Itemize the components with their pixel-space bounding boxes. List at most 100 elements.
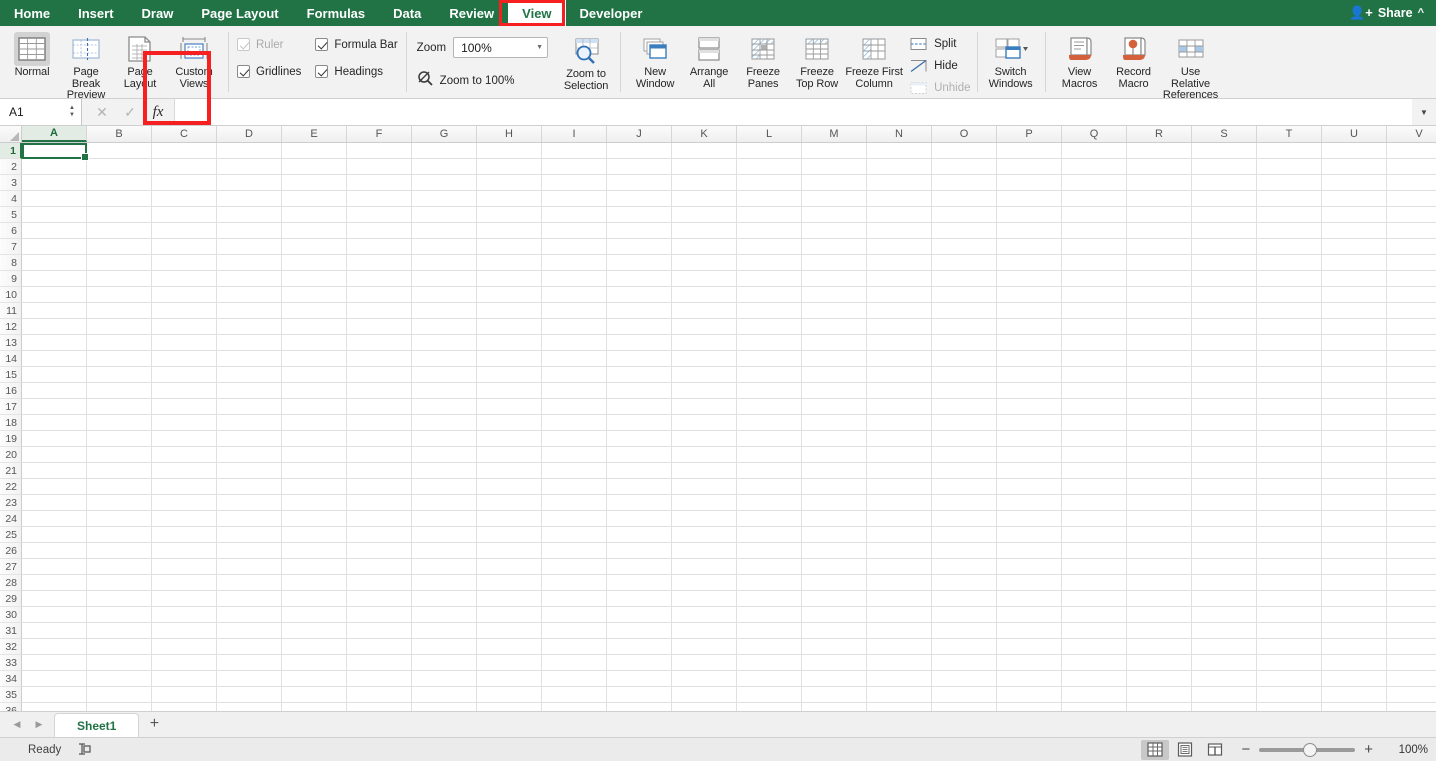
cell-B24[interactable] xyxy=(87,511,152,527)
cell-S15[interactable] xyxy=(1192,367,1257,383)
row-header-2[interactable]: 2 xyxy=(0,159,22,175)
cell-B12[interactable] xyxy=(87,319,152,335)
cell-F29[interactable] xyxy=(347,591,412,607)
triangle-left-icon[interactable]: ◀ xyxy=(6,711,28,737)
cell-Q18[interactable] xyxy=(1062,415,1127,431)
row-header-15[interactable]: 15 xyxy=(0,367,22,383)
cell-V22[interactable] xyxy=(1387,479,1436,495)
cell-S14[interactable] xyxy=(1192,351,1257,367)
cell-V29[interactable] xyxy=(1387,591,1436,607)
cell-M1[interactable] xyxy=(802,143,867,159)
cell-F19[interactable] xyxy=(347,431,412,447)
cell-C3[interactable] xyxy=(152,175,217,191)
cell-J30[interactable] xyxy=(607,607,672,623)
cell-U19[interactable] xyxy=(1322,431,1387,447)
cell-C33[interactable] xyxy=(152,655,217,671)
cell-V5[interactable] xyxy=(1387,207,1436,223)
cell-Q8[interactable] xyxy=(1062,255,1127,271)
cell-U22[interactable] xyxy=(1322,479,1387,495)
row-header-9[interactable]: 9 xyxy=(0,271,22,287)
cell-C36[interactable] xyxy=(152,703,217,711)
cell-L7[interactable] xyxy=(737,239,802,255)
cell-K29[interactable] xyxy=(672,591,737,607)
row-header-24[interactable]: 24 xyxy=(0,511,22,527)
cell-N28[interactable] xyxy=(867,575,932,591)
cell-V19[interactable] xyxy=(1387,431,1436,447)
formula-input[interactable] xyxy=(174,99,1412,125)
cell-A6[interactable] xyxy=(22,223,87,239)
cell-C9[interactable] xyxy=(152,271,217,287)
cell-E35[interactable] xyxy=(282,687,347,703)
cell-K4[interactable] xyxy=(672,191,737,207)
cell-Q33[interactable] xyxy=(1062,655,1127,671)
cell-S2[interactable] xyxy=(1192,159,1257,175)
cell-G24[interactable] xyxy=(412,511,477,527)
cell-P16[interactable] xyxy=(997,383,1062,399)
cell-K10[interactable] xyxy=(672,287,737,303)
row-header-30[interactable]: 30 xyxy=(0,607,22,623)
freeze-first-column-button[interactable]: Freeze First Column xyxy=(844,29,904,90)
cell-U13[interactable] xyxy=(1322,335,1387,351)
cell-F36[interactable] xyxy=(347,703,412,711)
cell-F5[interactable] xyxy=(347,207,412,223)
cell-G14[interactable] xyxy=(412,351,477,367)
cell-N32[interactable] xyxy=(867,639,932,655)
cell-M7[interactable] xyxy=(802,239,867,255)
cell-G6[interactable] xyxy=(412,223,477,239)
cell-V15[interactable] xyxy=(1387,367,1436,383)
cell-M36[interactable] xyxy=(802,703,867,711)
cell-J13[interactable] xyxy=(607,335,672,351)
cell-T2[interactable] xyxy=(1257,159,1322,175)
cell-D21[interactable] xyxy=(217,463,282,479)
cell-A27[interactable] xyxy=(22,559,87,575)
zoom-to-selection-button[interactable]: Zoom to Selection xyxy=(559,31,613,92)
cell-O35[interactable] xyxy=(932,687,997,703)
cell-D18[interactable] xyxy=(217,415,282,431)
cell-O34[interactable] xyxy=(932,671,997,687)
cell-F23[interactable] xyxy=(347,495,412,511)
cell-O29[interactable] xyxy=(932,591,997,607)
cell-C34[interactable] xyxy=(152,671,217,687)
cell-I7[interactable] xyxy=(542,239,607,255)
cell-G36[interactable] xyxy=(412,703,477,711)
tab-home[interactable]: Home xyxy=(0,0,64,26)
cell-H36[interactable] xyxy=(477,703,542,711)
cell-E1[interactable] xyxy=(282,143,347,159)
cell-M25[interactable] xyxy=(802,527,867,543)
ruler-checkbox-row[interactable]: Ruler xyxy=(237,38,301,51)
row-header-28[interactable]: 28 xyxy=(0,575,22,591)
cell-P17[interactable] xyxy=(997,399,1062,415)
cell-U18[interactable] xyxy=(1322,415,1387,431)
cell-H1[interactable] xyxy=(477,143,542,159)
switch-windows-button[interactable]: Switch Windows xyxy=(984,29,1038,90)
cell-N36[interactable] xyxy=(867,703,932,711)
cell-V6[interactable] xyxy=(1387,223,1436,239)
cell-R19[interactable] xyxy=(1127,431,1192,447)
cell-T4[interactable] xyxy=(1257,191,1322,207)
cell-B5[interactable] xyxy=(87,207,152,223)
cell-E21[interactable] xyxy=(282,463,347,479)
cell-J36[interactable] xyxy=(607,703,672,711)
cell-S8[interactable] xyxy=(1192,255,1257,271)
row-header-16[interactable]: 16 xyxy=(0,383,22,399)
cell-H12[interactable] xyxy=(477,319,542,335)
row-header-17[interactable]: 17 xyxy=(0,399,22,415)
cell-H3[interactable] xyxy=(477,175,542,191)
cell-I19[interactable] xyxy=(542,431,607,447)
cell-L28[interactable] xyxy=(737,575,802,591)
cell-F7[interactable] xyxy=(347,239,412,255)
cell-U17[interactable] xyxy=(1322,399,1387,415)
cell-I26[interactable] xyxy=(542,543,607,559)
cell-C28[interactable] xyxy=(152,575,217,591)
chevron-down-icon[interactable]: ▼ xyxy=(1412,99,1436,125)
cell-D3[interactable] xyxy=(217,175,282,191)
cell-G30[interactable] xyxy=(412,607,477,623)
cell-D9[interactable] xyxy=(217,271,282,287)
gridlines-checkbox-row[interactable]: Gridlines xyxy=(237,65,301,78)
cell-O1[interactable] xyxy=(932,143,997,159)
cell-D24[interactable] xyxy=(217,511,282,527)
cell-O2[interactable] xyxy=(932,159,997,175)
cell-V20[interactable] xyxy=(1387,447,1436,463)
cell-A11[interactable] xyxy=(22,303,87,319)
cell-D17[interactable] xyxy=(217,399,282,415)
